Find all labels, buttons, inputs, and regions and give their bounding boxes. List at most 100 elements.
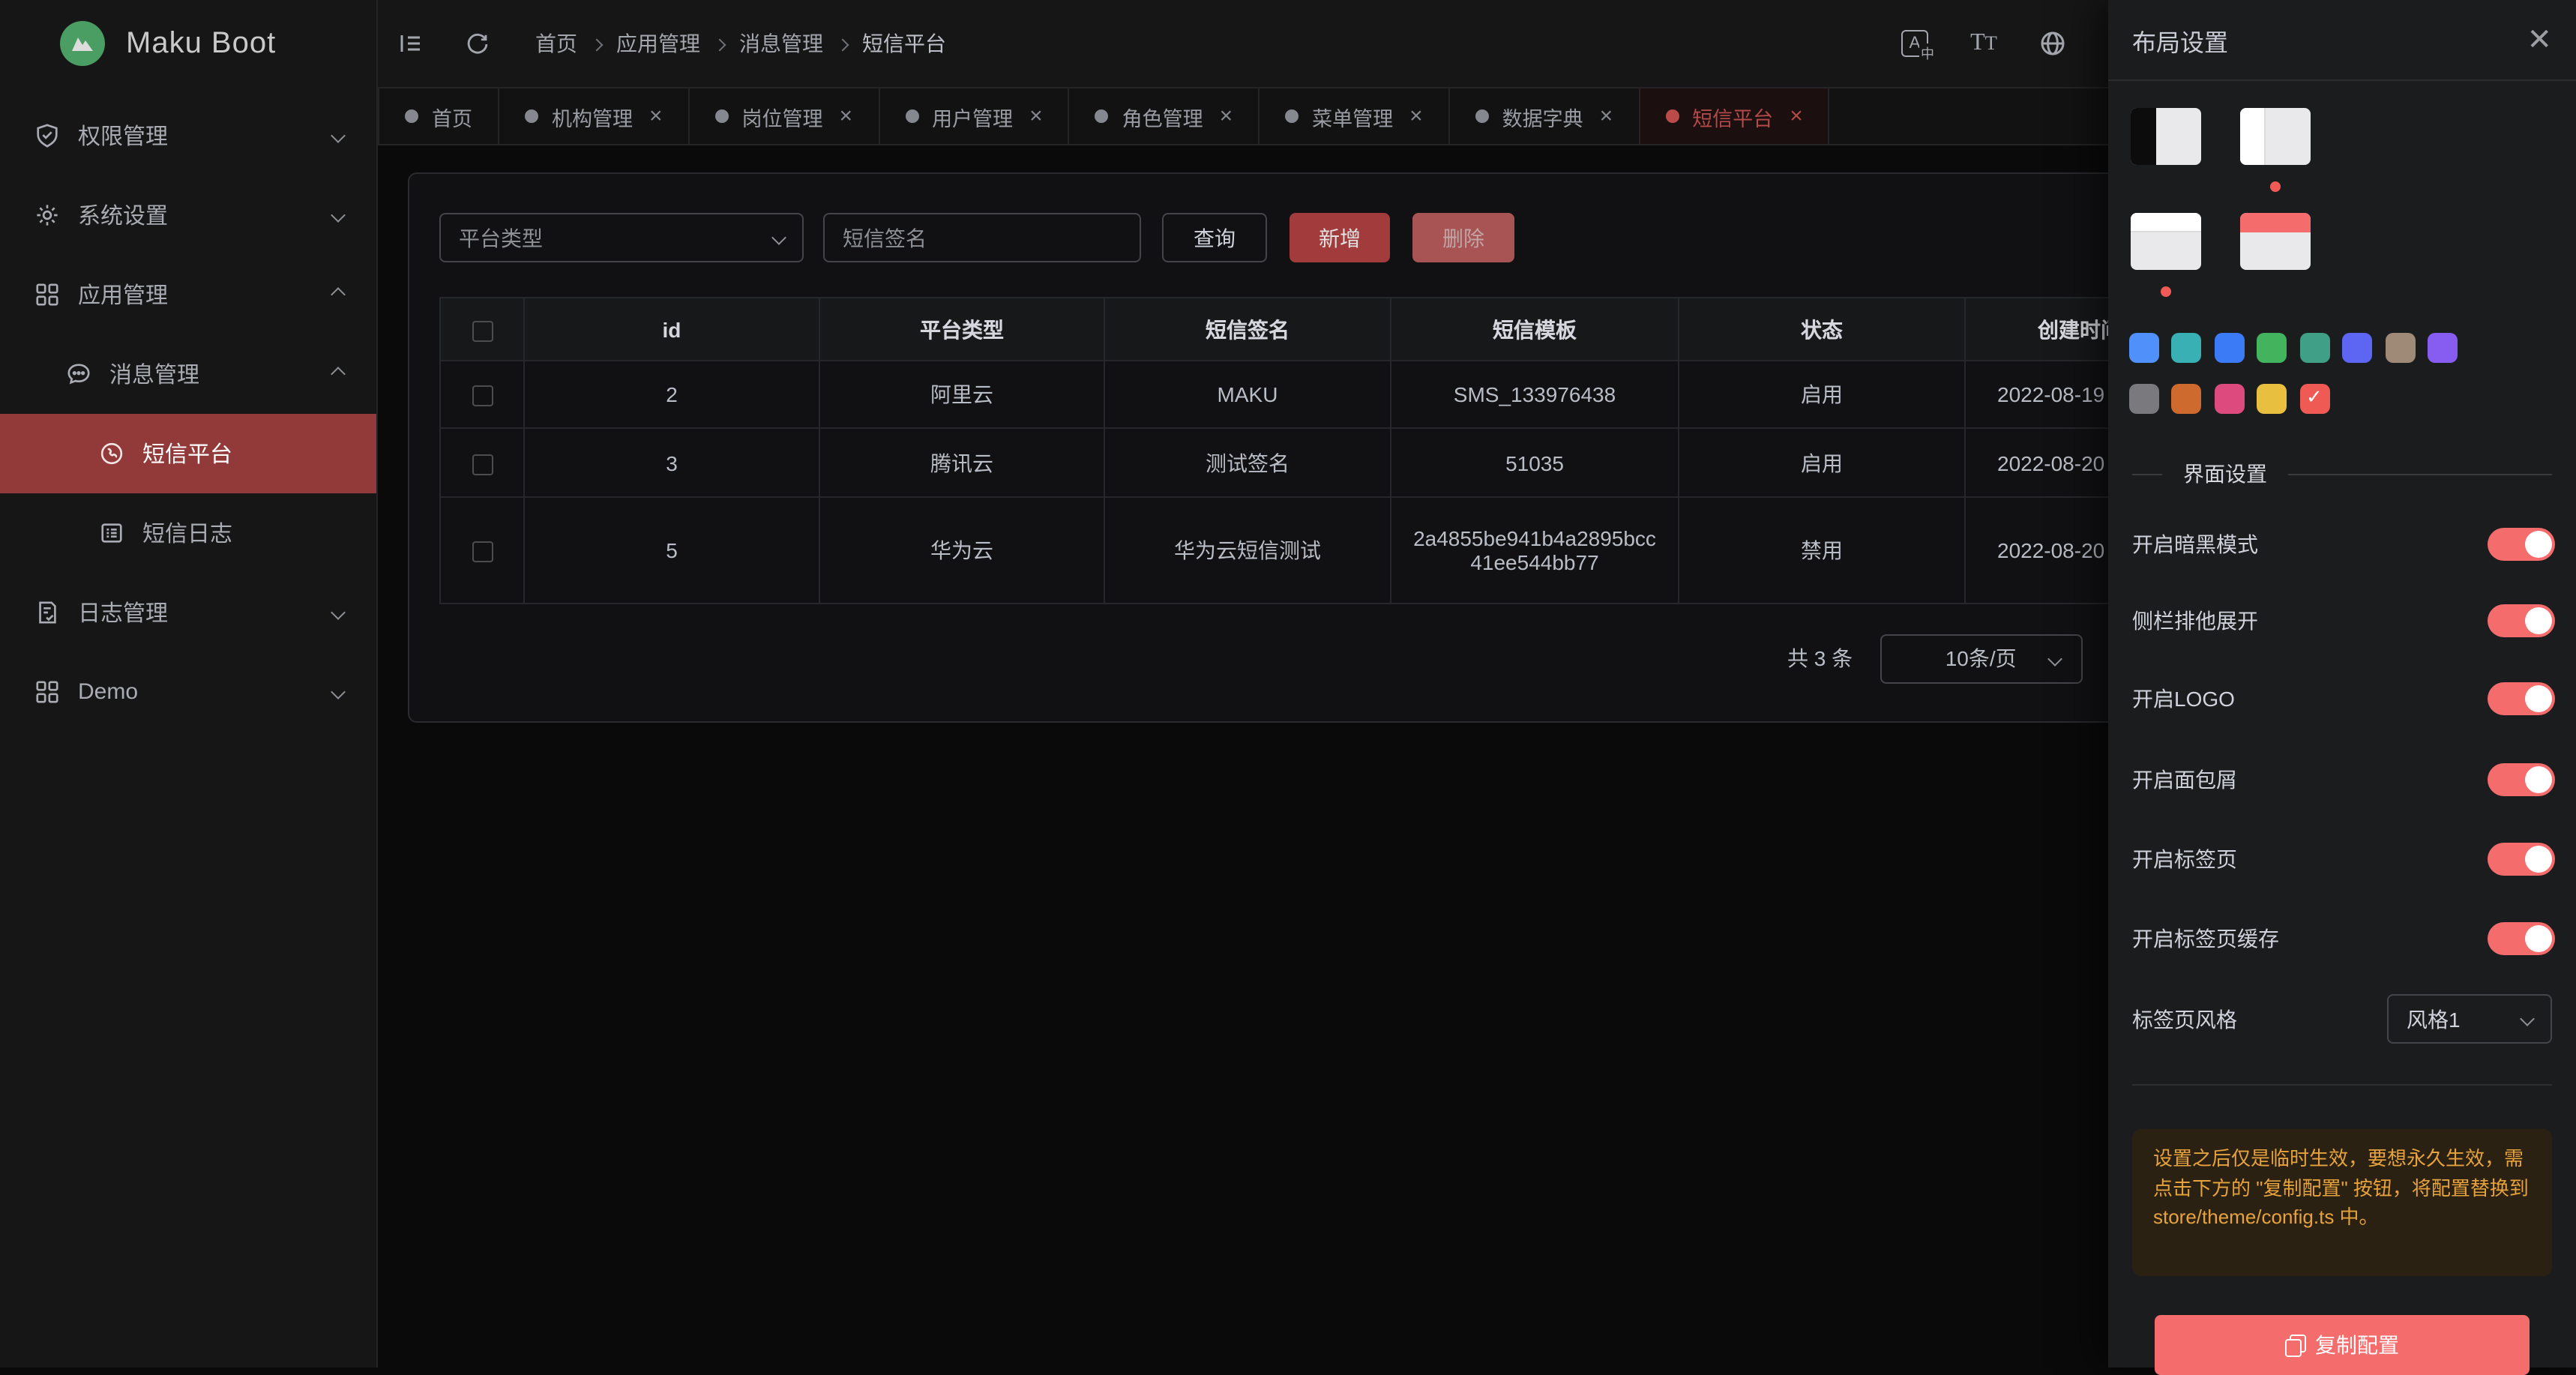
dark-mode-toggle[interactable]: [2488, 528, 2555, 561]
breadcrumb-toggle[interactable]: [2488, 763, 2555, 796]
search-button[interactable]: 查询: [1162, 213, 1267, 262]
row-checkbox[interactable]: [472, 385, 493, 406]
theme-color-swatch[interactable]: [2257, 384, 2287, 414]
theme-color-swatch[interactable]: [2129, 333, 2159, 363]
close-icon[interactable]: ×: [1600, 105, 1613, 127]
row-checkbox[interactable]: [472, 541, 493, 562]
tabs-cache-toggle[interactable]: [2488, 922, 2555, 955]
cell-template: SMS_133976438: [1391, 361, 1679, 428]
tab-label: 机构管理: [552, 101, 633, 131]
close-icon[interactable]: ×: [649, 105, 663, 127]
chevron-up-icon: [331, 367, 346, 382]
selected-dot-icon: [2270, 181, 2281, 192]
add-button[interactable]: 新增: [1289, 213, 1390, 262]
tabs-toggle[interactable]: [2488, 843, 2555, 876]
thumb-dark-sidebar: [2131, 108, 2156, 165]
tab-dot-icon: [1285, 109, 1298, 123]
gear-icon: [34, 202, 60, 228]
font-size-icon[interactable]: TT: [1964, 24, 2003, 63]
sidebar-item-log[interactable]: 日志管理: [0, 573, 376, 652]
column-header-signature[interactable]: 短信签名: [1104, 298, 1391, 361]
total-count: 共 3 条: [1787, 643, 1853, 673]
sidebar-item-sms-log[interactable]: 短信日志: [0, 493, 376, 573]
cell-signature: 华为云短信测试: [1104, 497, 1391, 604]
theme-color-swatch[interactable]: [2342, 333, 2372, 363]
theme-color-swatch[interactable]: [2300, 333, 2330, 363]
theme-color-swatch-selected[interactable]: ✓: [2300, 384, 2330, 414]
select-placeholder: 平台类型: [459, 223, 543, 253]
close-icon[interactable]: ×: [840, 105, 853, 127]
theme-color-swatch[interactable]: [2171, 384, 2201, 414]
refresh-icon[interactable]: [457, 24, 496, 63]
tab-role[interactable]: 角色管理 ×: [1070, 88, 1260, 144]
breadcrumb-item[interactable]: 应用管理: [616, 28, 700, 58]
sidebar-item-system[interactable]: 系统设置: [0, 175, 376, 255]
theme-color-swatch[interactable]: [2129, 384, 2159, 414]
check-icon: ✓: [2306, 385, 2323, 409]
grid-icon: [34, 679, 60, 705]
theme-color-swatch[interactable]: [2171, 333, 2201, 363]
sidebar-item-label: 权限管理: [78, 120, 168, 151]
sidebar-item-label: 系统设置: [78, 199, 168, 231]
delete-button[interactable]: 删除: [1412, 213, 1514, 262]
sidebar-item-sms-platform[interactable]: 短信平台: [0, 414, 376, 493]
tab-menu[interactable]: 菜单管理 ×: [1260, 88, 1450, 144]
chevron-down-icon: [2047, 651, 2062, 666]
close-icon[interactable]: ×: [1029, 105, 1043, 127]
theme-color-swatch[interactable]: [2215, 384, 2245, 414]
close-icon[interactable]: ✕: [2527, 25, 2552, 55]
theme-color-swatch[interactable]: [2386, 333, 2416, 363]
sidebar-item-application[interactable]: 应用管理: [0, 255, 376, 334]
sidebar-accordion-toggle[interactable]: [2488, 604, 2555, 637]
platform-type-select[interactable]: 平台类型: [439, 213, 804, 262]
tab-label: 岗位管理: [742, 101, 823, 131]
chevron-down-icon: [331, 128, 346, 143]
copy-config-button[interactable]: 复制配置: [2155, 1315, 2530, 1375]
layout-settings-drawer: 布局设置 ✕ ✓ 界面设置: [2108, 0, 2576, 1368]
app-title: Maku Boot: [126, 26, 276, 61]
column-header-platform[interactable]: 平台类型: [819, 298, 1104, 361]
app-viewport: Maku Boot 权限管理 系统设置 应用管理 消息管理: [0, 0, 2576, 1368]
sidebar-item-message[interactable]: 消息管理: [0, 334, 376, 414]
page-size-select[interactable]: 10条/页: [1880, 634, 2082, 683]
tab-post[interactable]: 岗位管理 ×: [690, 88, 880, 144]
layout-option-dark-sidebar[interactable]: [2131, 108, 2201, 165]
theme-color-swatch[interactable]: [2257, 333, 2287, 363]
cell-platform: 阿里云: [819, 361, 1104, 428]
tab-dict[interactable]: 数据字典 ×: [1450, 88, 1640, 144]
cell-status: 启用: [1679, 361, 1965, 428]
menu-fold-icon[interactable]: [391, 24, 430, 63]
row-checkbox[interactable]: [472, 454, 493, 475]
signature-input[interactable]: 短信签名: [823, 213, 1141, 262]
sidebar-menu: 权限管理 系统设置 应用管理 消息管理 短信平台: [0, 87, 376, 732]
tab-org[interactable]: 机构管理 ×: [499, 88, 690, 144]
close-icon[interactable]: ×: [1409, 105, 1423, 127]
tab-style-value: 风格1: [2407, 1004, 2461, 1034]
column-header-status[interactable]: 状态: [1679, 298, 1965, 361]
tab-dot-icon: [405, 109, 418, 123]
logo-toggle[interactable]: [2488, 682, 2555, 715]
column-header-id[interactable]: id: [524, 298, 819, 361]
tab-user[interactable]: 用户管理 ×: [879, 88, 1070, 144]
sidebar-item-permission[interactable]: 权限管理: [0, 96, 376, 175]
theme-color-swatch[interactable]: [2215, 333, 2245, 363]
thumb-primary-header: [2240, 213, 2311, 232]
breadcrumb-item[interactable]: 首页: [535, 28, 577, 58]
select-all-checkbox[interactable]: [472, 320, 493, 341]
layout-option-light-header[interactable]: [2131, 213, 2201, 270]
layout-option-light-sidebar[interactable]: [2240, 108, 2311, 165]
tab-style-select[interactable]: 风格1: [2387, 994, 2552, 1044]
close-icon[interactable]: ×: [1790, 105, 1803, 127]
thumb-light-sidebar: [2240, 108, 2266, 165]
sidebar-item-demo[interactable]: Demo: [0, 652, 376, 732]
column-header-template[interactable]: 短信模板: [1391, 298, 1679, 361]
globe-icon[interactable]: [2033, 24, 2072, 63]
tab-home[interactable]: 首页: [378, 88, 499, 144]
tab-sms-platform[interactable]: 短信平台 ×: [1640, 88, 1830, 144]
theme-color-swatch[interactable]: [2428, 333, 2458, 363]
layout-option-primary-header[interactable]: [2240, 213, 2311, 270]
breadcrumb-item[interactable]: 消息管理: [739, 28, 823, 58]
translate-icon[interactable]: A中: [1895, 24, 1934, 63]
close-icon[interactable]: ×: [1220, 105, 1233, 127]
setting-label: 开启标签页缓存: [2132, 924, 2279, 954]
